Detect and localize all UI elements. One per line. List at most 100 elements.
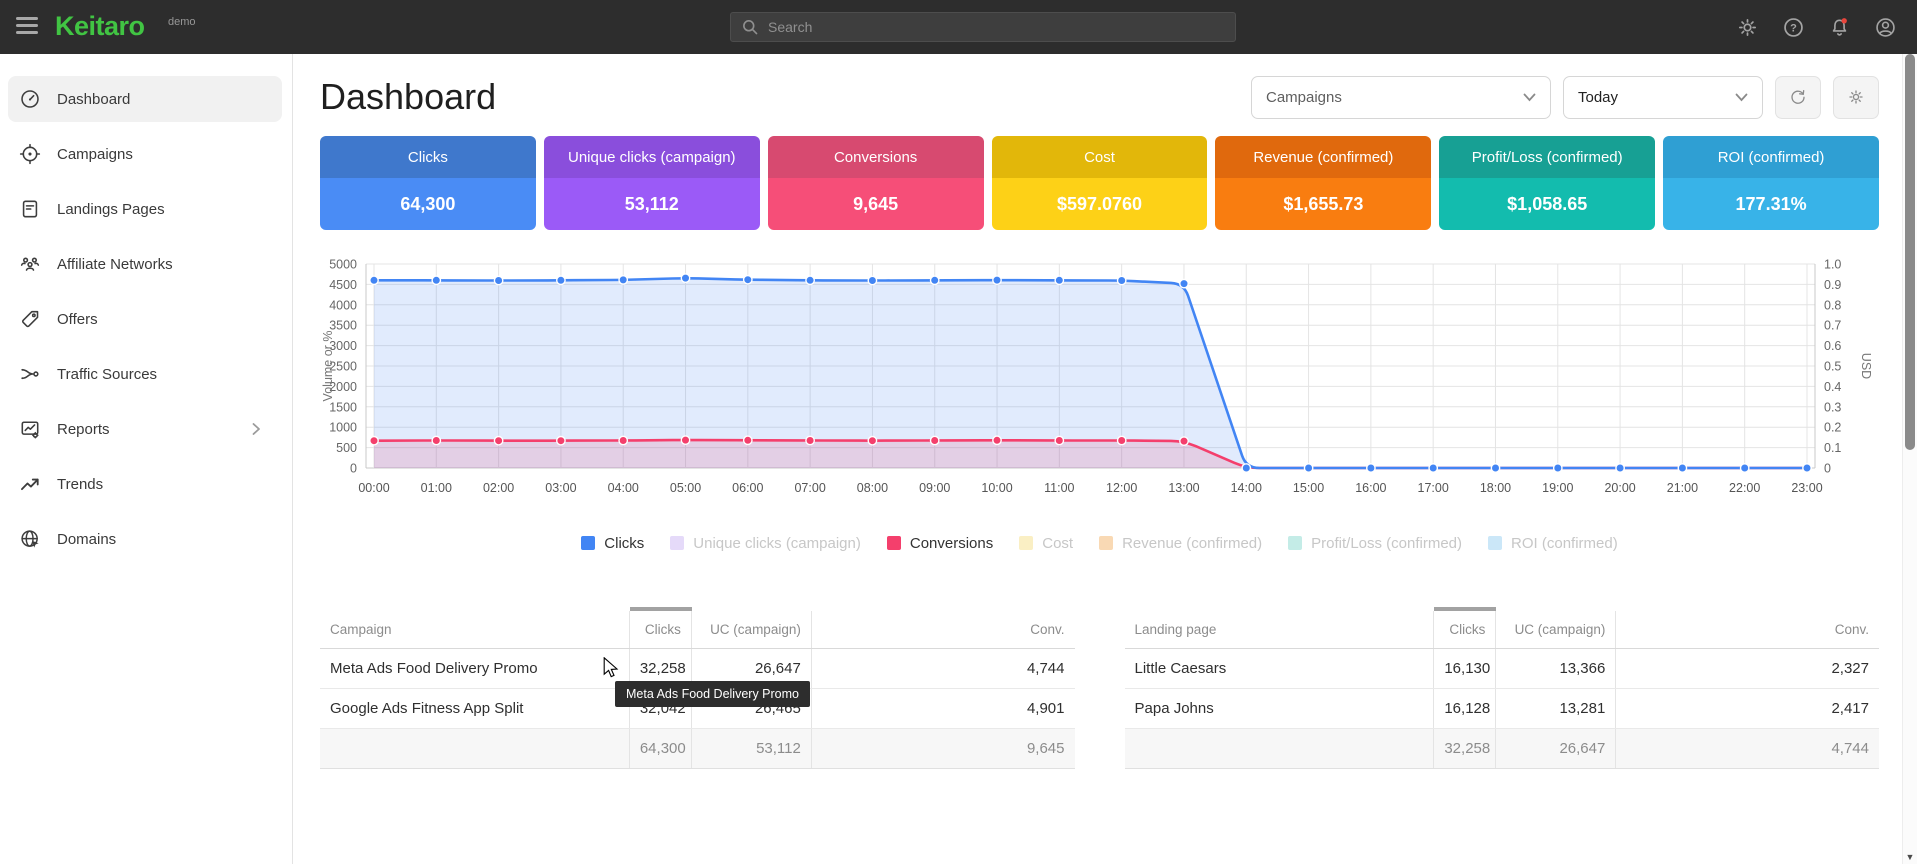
offers-icon — [19, 308, 41, 330]
row-name-cell[interactable]: Meta Ads Food Delivery Promo — [320, 649, 629, 689]
legend-swatch — [887, 536, 901, 550]
row-name-cell[interactable]: Little Caesars — [1125, 649, 1434, 689]
search-input[interactable] — [768, 19, 1225, 35]
column-header-clicks[interactable]: Clicks — [1434, 609, 1496, 649]
sidebar-item-trends[interactable]: Trends — [8, 461, 282, 507]
sidebar-item-label: Offers — [57, 311, 98, 328]
sidebar-item-dashboard[interactable]: Dashboard — [8, 76, 282, 122]
landing-pages-table-container: Landing pageClicksUC (campaign)Conv.Litt… — [1125, 607, 1880, 769]
svg-text:0.8: 0.8 — [1824, 298, 1841, 312]
svg-text:500: 500 — [336, 441, 357, 455]
column-header-uc-campaign[interactable]: UC (campaign) — [691, 609, 811, 649]
metric-card-clicks[interactable]: Clicks64,300 — [320, 136, 536, 230]
legend-item-cost[interactable]: Cost — [1019, 535, 1073, 552]
metric-card-roi-confirmed[interactable]: ROI (confirmed)177.31% — [1663, 136, 1879, 230]
svg-text:5000: 5000 — [329, 258, 357, 272]
help-icon[interactable]: ? — [1782, 16, 1805, 39]
sidebar-nav: Dashboard Campaigns Landings Pages Affiliat… — [0, 76, 292, 562]
svg-text:11:00: 11:00 — [1044, 481, 1074, 495]
refresh-button[interactable] — [1775, 76, 1821, 119]
metric-card-label: Conversions — [768, 136, 984, 178]
metric-card-revenue-confirmed[interactable]: Revenue (confirmed)$1,655.73 — [1215, 136, 1431, 230]
legend-item-roi-confirmed[interactable]: ROI (confirmed) — [1488, 535, 1618, 552]
scrollbar-thumb[interactable] — [1905, 54, 1915, 450]
column-header-uc-campaign[interactable]: UC (campaign) — [1496, 609, 1616, 649]
svg-text:0.6: 0.6 — [1824, 339, 1841, 353]
metric-card-unique-clicks-campaign[interactable]: Unique clicks (campaign)53,112 — [544, 136, 760, 230]
svg-text:09:00: 09:00 — [919, 481, 950, 495]
svg-text:?: ? — [1790, 22, 1797, 34]
metric-card-conversions[interactable]: Conversions9,645 — [768, 136, 984, 230]
domains-icon — [19, 528, 41, 550]
trends-icon — [19, 473, 41, 495]
svg-text:14:00: 14:00 — [1231, 481, 1262, 495]
svg-text:05:00: 05:00 — [670, 481, 701, 495]
svg-text:0.3: 0.3 — [1824, 400, 1841, 414]
legend-item-conversions[interactable]: Conversions — [887, 535, 993, 552]
column-header-landing-page[interactable]: Landing page — [1125, 609, 1434, 649]
date-range-select[interactable]: Today — [1563, 76, 1763, 119]
column-header-campaign[interactable]: Campaign — [320, 609, 629, 649]
legend-item-clicks[interactable]: Clicks — [581, 535, 644, 552]
landing-pages-table: Landing pageClicksUC (campaign)Conv.Litt… — [1125, 607, 1880, 769]
metric-card-value: 53,112 — [544, 178, 760, 230]
scrollbar[interactable]: ▼ — [1902, 54, 1917, 864]
column-header-conv[interactable]: Conv. — [811, 609, 1074, 649]
sidebar-item-affiliate-networks[interactable]: Affiliate Networks — [8, 241, 282, 287]
legend-label: ROI (confirmed) — [1511, 535, 1618, 552]
chevron-down-icon — [1735, 93, 1748, 102]
logo-demo-badge: demo — [168, 16, 196, 28]
legend-item-profit-loss-confirmed[interactable]: Profit/Loss (confirmed) — [1288, 535, 1462, 552]
svg-text:15:00: 15:00 — [1293, 481, 1324, 495]
sidebar-item-label: Reports — [57, 421, 110, 438]
metric-card-value: $1,058.65 — [1439, 178, 1655, 230]
sidebar-item-reports[interactable]: Reports — [8, 406, 282, 452]
global-search[interactable] — [730, 12, 1236, 42]
legend-item-unique-clicks-campaign[interactable]: Unique clicks (campaign) — [670, 535, 861, 552]
legend-label: Revenue (confirmed) — [1122, 535, 1262, 552]
svg-text:07:00: 07:00 — [794, 481, 825, 495]
row-name-cell[interactable]: Papa Johns — [1125, 689, 1434, 729]
svg-text:13:00: 13:00 — [1168, 481, 1199, 495]
svg-text:23:00: 23:00 — [1791, 481, 1822, 495]
dashboard-settings-button[interactable] — [1833, 76, 1879, 119]
legend-label: Cost — [1042, 535, 1073, 552]
campaigns-icon — [19, 143, 41, 165]
svg-text:01:00: 01:00 — [421, 481, 452, 495]
sidebar-item-offers[interactable]: Offers — [8, 296, 282, 342]
value-cell: 2,417 — [1616, 689, 1879, 729]
value-cell: 4,901 — [811, 689, 1074, 729]
legend-label: Profit/Loss (confirmed) — [1311, 535, 1462, 552]
sidebar-item-traffic-sources[interactable]: Traffic Sources — [8, 351, 282, 397]
scrollbar-down-arrow[interactable]: ▼ — [1903, 852, 1917, 862]
sidebar-item-campaigns[interactable]: Campaigns — [8, 131, 282, 177]
legend-swatch — [670, 536, 684, 550]
menu-toggle-icon[interactable] — [16, 17, 38, 37]
row-name-cell[interactable]: Google Ads Fitness App Split — [320, 689, 629, 729]
table-row[interactable]: Little Caesars16,13013,3662,327 — [1125, 649, 1880, 689]
legend-swatch — [1288, 536, 1302, 550]
legend-item-revenue-confirmed[interactable]: Revenue (confirmed) — [1099, 535, 1262, 552]
affiliate-networks-icon — [19, 253, 41, 275]
column-header-conv[interactable]: Conv. — [1616, 609, 1879, 649]
sidebar-item-domains[interactable]: Domains — [8, 516, 282, 562]
gear-icon — [1847, 88, 1865, 106]
campaigns-filter-select[interactable]: Campaigns — [1251, 76, 1551, 119]
svg-text:19:00: 19:00 — [1542, 481, 1573, 495]
svg-text:16:00: 16:00 — [1355, 481, 1386, 495]
svg-text:20:00: 20:00 — [1604, 481, 1635, 495]
svg-text:0.4: 0.4 — [1824, 380, 1841, 394]
metric-card-label: Clicks — [320, 136, 536, 178]
sidebar-item-label: Affiliate Networks — [57, 256, 173, 273]
value-cell: 16,130 — [1434, 649, 1496, 689]
table-row[interactable]: Papa Johns16,12813,2812,417 — [1125, 689, 1880, 729]
account-icon[interactable] — [1874, 16, 1897, 39]
sidebar-item-landings-pages[interactable]: Landings Pages — [8, 186, 282, 232]
metric-card-cost[interactable]: Cost$597.0760 — [992, 136, 1208, 230]
app-logo[interactable]: Keitaro — [55, 11, 145, 42]
column-header-clicks[interactable]: Clicks — [629, 609, 691, 649]
settings-gear-icon[interactable] — [1736, 16, 1759, 39]
metric-card-profit-loss-confirmed[interactable]: Profit/Loss (confirmed)$1,058.65 — [1439, 136, 1655, 230]
sidebar-item-label: Dashboard — [57, 91, 130, 108]
notifications-bell-icon[interactable] — [1828, 16, 1851, 39]
